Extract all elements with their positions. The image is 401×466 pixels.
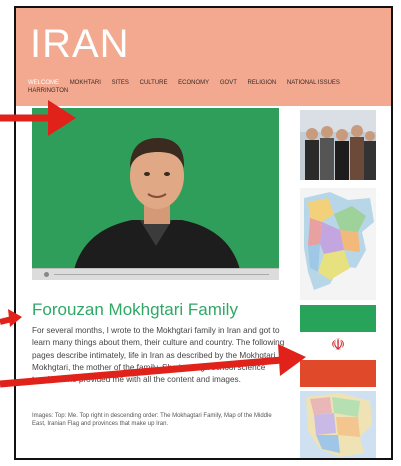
video-progress-track[interactable]: [54, 274, 269, 275]
family-heading: Forouzan Mokhgtari Family: [32, 300, 238, 319]
play-icon[interactable]: [44, 272, 49, 277]
person-video-frame: [32, 108, 279, 280]
nav-item-govt[interactable]: GOVT: [220, 79, 237, 87]
middle-east-map: [300, 188, 376, 300]
intro-paragraph: For several months, I wrote to the Mokhg…: [32, 326, 285, 385]
nav-item-welcome[interactable]: WELCOME: [28, 79, 59, 87]
nav-item-national-issues[interactable]: NATIONAL ISSUES: [287, 79, 340, 87]
video-controls[interactable]: [32, 268, 279, 280]
family-photo: [300, 110, 376, 180]
nav-item-religion[interactable]: RELIGION: [248, 79, 277, 87]
site-title: IRAN: [30, 22, 130, 66]
page-frame: IRAN WELCOME MOKHTARI SITES CULTURE ECON…: [14, 6, 393, 460]
flag-emblem-icon: ☫: [330, 337, 346, 354]
nav-item-mokhtari[interactable]: MOKHTARI: [70, 79, 101, 87]
flag-red-stripe: [300, 360, 376, 387]
map-icon: [300, 391, 376, 458]
nav-item-culture[interactable]: CULTURE: [140, 79, 168, 87]
nav-item-harrington[interactable]: HARRINGTON: [28, 87, 68, 95]
iranian-flag: ☫: [300, 305, 376, 387]
site-header: IRAN WELCOME MOKHTARI SITES CULTURE ECON…: [16, 8, 391, 106]
people-icon: [300, 110, 376, 180]
iran-provinces-map: [300, 391, 376, 458]
image-caption: Images: Top: Me. Top right in descending…: [32, 413, 272, 427]
video-player[interactable]: [32, 108, 279, 280]
main-nav: WELCOME MOKHTARI SITES CULTURE ECONOMY G…: [28, 79, 368, 95]
nav-item-economy[interactable]: ECONOMY: [178, 79, 209, 87]
nav-item-sites[interactable]: SITES: [112, 79, 129, 87]
map-icon: [300, 188, 376, 300]
flag-green-stripe: [300, 305, 376, 332]
